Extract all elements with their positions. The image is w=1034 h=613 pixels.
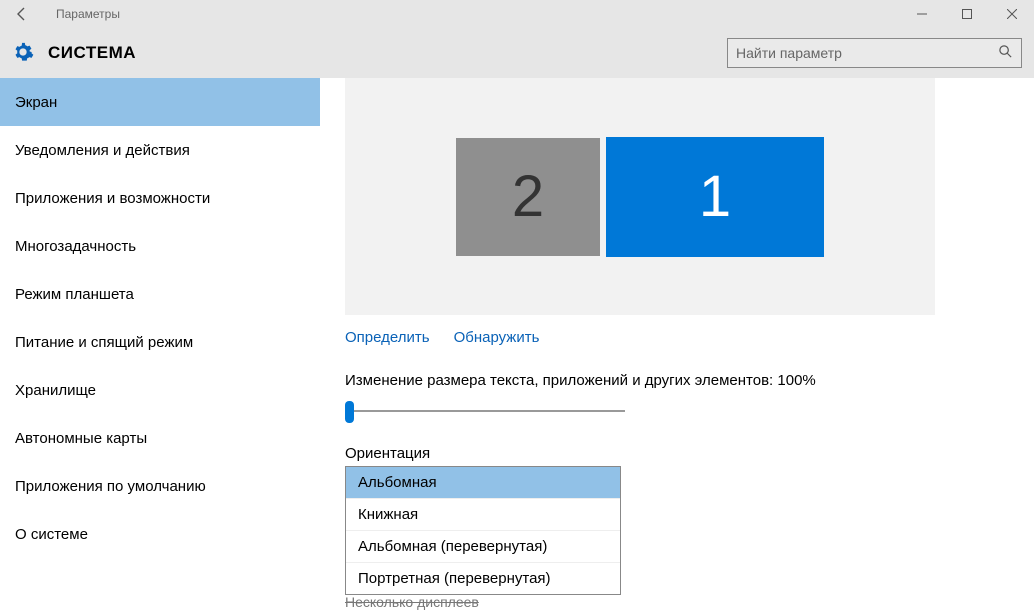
sidebar-item-display[interactable]: Экран [0, 78, 320, 126]
scale-label: Изменение размера текста, приложений и д… [345, 372, 1034, 389]
multi-display-label: Несколько дисплеев [345, 594, 1034, 610]
monitor-1[interactable]: 1 [606, 137, 824, 257]
arrow-left-icon [14, 6, 30, 22]
sidebar-item-power-sleep[interactable]: Питание и спящий режим [0, 318, 320, 366]
sidebar-item-notifications[interactable]: Уведомления и действия [0, 126, 320, 174]
orientation-option-landscape-flipped[interactable]: Альбомная (перевернутая) [346, 531, 620, 563]
minimize-icon [917, 9, 927, 19]
back-button[interactable] [8, 6, 36, 22]
search-input[interactable] [736, 45, 998, 61]
sidebar-item-default-apps[interactable]: Приложения по умолчанию [0, 462, 320, 510]
monitor-2[interactable]: 2 [456, 138, 600, 256]
sidebar-item-label: Автономные карты [15, 430, 147, 447]
sidebar-item-label: Уведомления и действия [15, 142, 190, 159]
sidebar-item-tablet-mode[interactable]: Режим планшета [0, 270, 320, 318]
scale-slider[interactable] [345, 399, 625, 425]
search-icon [998, 44, 1013, 62]
orientation-option-portrait[interactable]: Книжная [346, 499, 620, 531]
orientation-label: Ориентация [345, 445, 1034, 462]
orientation-option-portrait-flipped[interactable]: Портретная (перевернутая) [346, 563, 620, 595]
content-area: 2 1 Определить Обнаружить Изменение разм… [320, 78, 1034, 613]
slider-track [349, 410, 625, 412]
orientation-option-landscape[interactable]: Альбомная [346, 467, 620, 499]
sidebar-item-offline-maps[interactable]: Автономные карты [0, 414, 320, 462]
window-title: Параметры [56, 7, 120, 21]
option-label: Книжная [358, 506, 418, 523]
sidebar-item-about[interactable]: О системе [0, 510, 320, 558]
option-label: Альбомная [358, 474, 437, 491]
header: СИСТЕМА [0, 28, 1034, 78]
sidebar-item-label: Режим планшета [15, 286, 134, 303]
monitor-2-label: 2 [512, 163, 544, 230]
sidebar-item-label: Многозадачность [15, 238, 136, 255]
close-button[interactable] [989, 0, 1034, 28]
identify-link[interactable]: Определить [345, 329, 430, 346]
sidebar-item-label: Питание и спящий режим [15, 334, 193, 351]
gear-icon [12, 41, 34, 66]
close-icon [1007, 9, 1017, 19]
detect-link[interactable]: Обнаружить [454, 329, 540, 346]
sidebar-item-label: О системе [15, 526, 88, 543]
option-label: Альбомная (перевернутая) [358, 538, 547, 555]
window-controls [899, 0, 1034, 28]
sidebar: Экран Уведомления и действия Приложения … [0, 78, 320, 613]
minimize-button[interactable] [899, 0, 944, 28]
maximize-button[interactable] [944, 0, 989, 28]
option-label: Портретная (перевернутая) [358, 570, 551, 587]
sidebar-item-storage[interactable]: Хранилище [0, 366, 320, 414]
sidebar-item-multitasking[interactable]: Многозадачность [0, 222, 320, 270]
titlebar: Параметры [0, 0, 1034, 28]
page-title: СИСТЕМА [48, 43, 136, 63]
sidebar-item-label: Приложения по умолчанию [15, 478, 206, 495]
sidebar-item-apps-features[interactable]: Приложения и возможности [0, 174, 320, 222]
sidebar-item-label: Экран [15, 94, 57, 111]
sidebar-item-label: Приложения и возможности [15, 190, 210, 207]
monitor-1-label: 1 [699, 163, 731, 230]
monitor-layout[interactable]: 2 1 [345, 78, 935, 315]
orientation-dropdown[interactable]: Альбомная Книжная Альбомная (перевернута… [345, 466, 621, 595]
sidebar-item-label: Хранилище [15, 382, 96, 399]
search-box[interactable] [727, 38, 1022, 68]
maximize-icon [962, 9, 972, 19]
slider-thumb[interactable] [345, 401, 354, 423]
